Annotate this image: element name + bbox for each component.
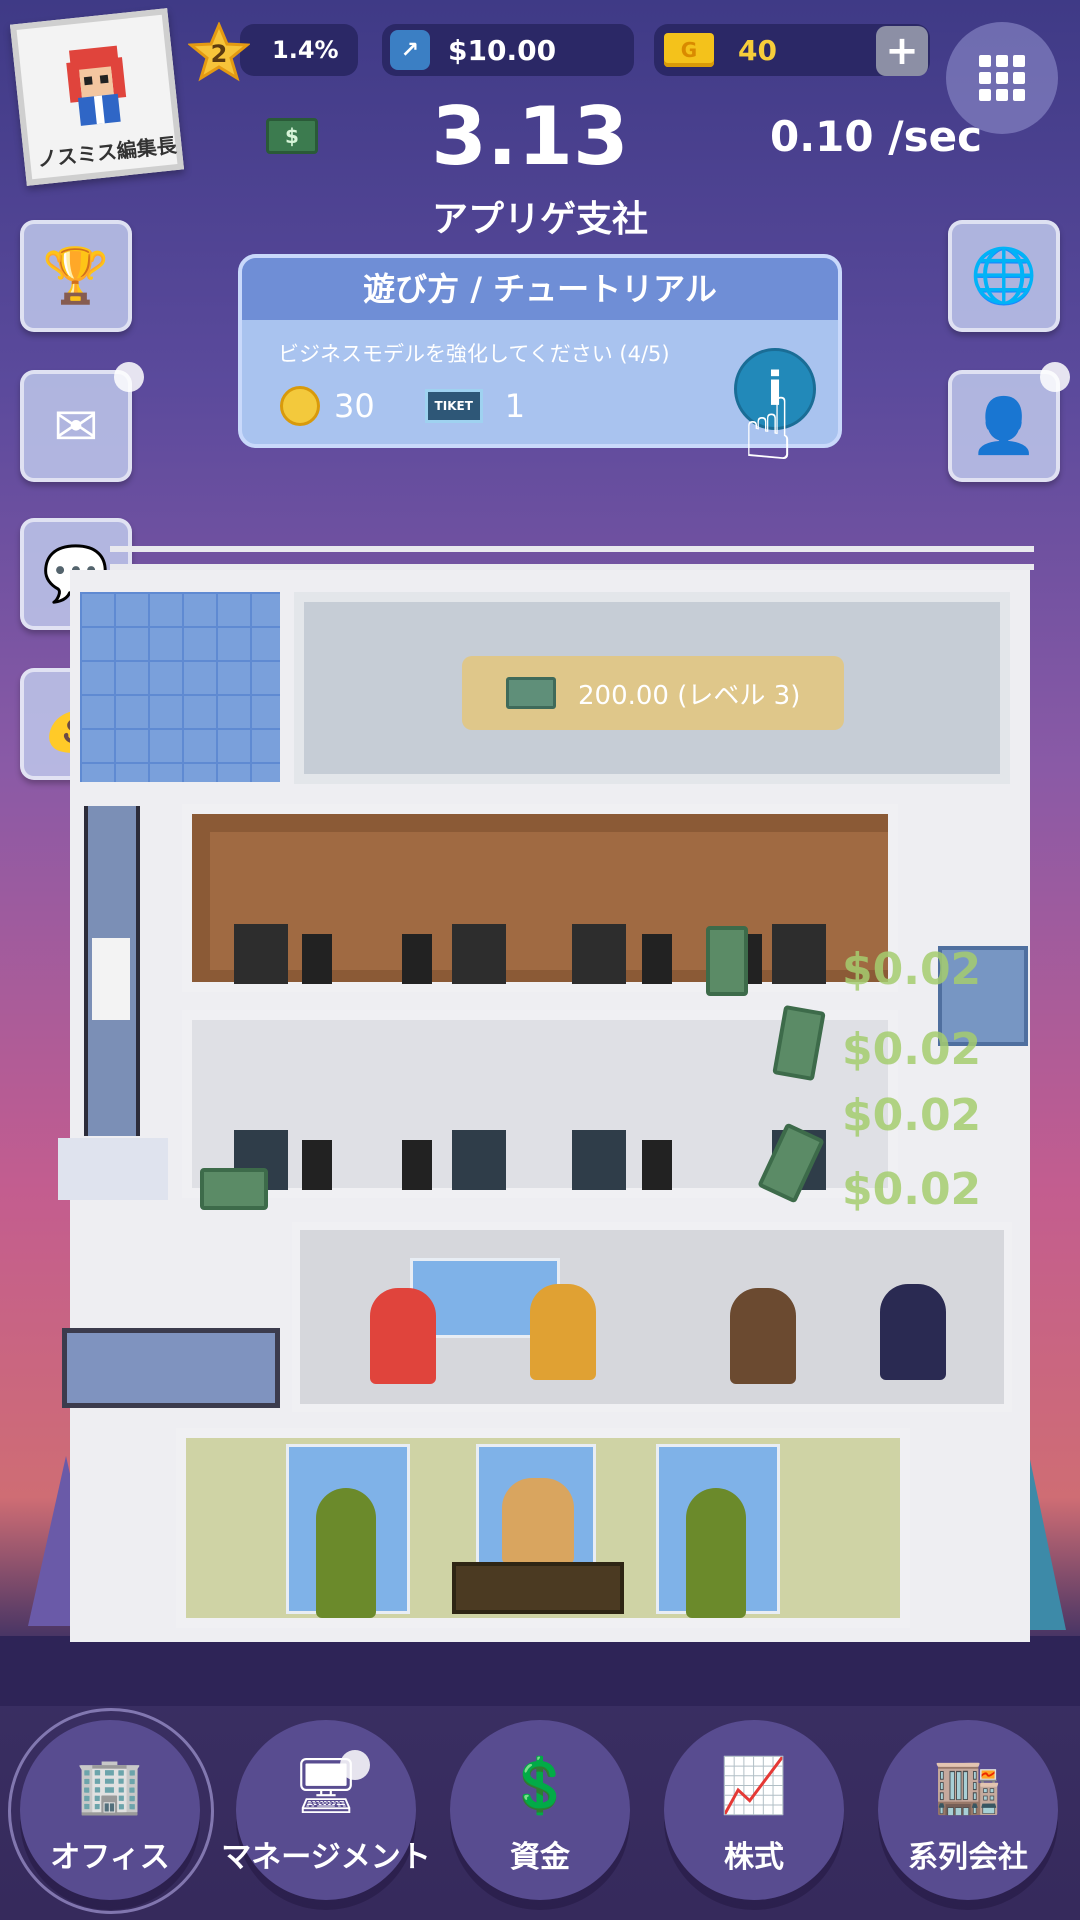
money-float: $0.02 [842, 944, 982, 995]
globe-button[interactable]: 🌐 [948, 220, 1060, 332]
tutorial-title: 遊び方 / チュートリアル [242, 258, 838, 320]
grid-icon [979, 55, 1025, 101]
balcony [62, 1328, 280, 1408]
receptionist[interactable] [502, 1478, 574, 1564]
cash-value: $10.00 [448, 33, 557, 67]
tutorial-rewards: 30 TIKET 1 [280, 386, 525, 426]
floating-bill [706, 926, 748, 996]
add-gold-button[interactable]: + [876, 26, 928, 76]
nav-funds[interactable]: 💲 資金 [450, 1720, 630, 1900]
nav-office[interactable]: 🏢 オフィス [20, 1720, 200, 1900]
worker-redhair[interactable] [370, 1288, 436, 1384]
level-star-icon: 2 [188, 22, 250, 82]
roof-railing [110, 546, 1034, 570]
globe-icon: 🌐 [970, 244, 1038, 307]
money-float: $0.02 [842, 1090, 982, 1141]
gold-value: 40 [738, 33, 777, 67]
nav-funds-label: 資金 [510, 1840, 570, 1875]
level-progress: 1.4% [272, 36, 339, 64]
floor-upgrade-button[interactable]: 200.00 (レベル 3) [462, 656, 844, 730]
upgrade-label: 200.00 (レベル 3) [578, 680, 801, 711]
nav-affiliates-label: 系列会社 [908, 1840, 1028, 1875]
nav-stocks-label: 株式 [724, 1840, 784, 1875]
company-name: アプリゲ支社 [431, 199, 648, 240]
trend-up-icon: ↗ [390, 30, 430, 70]
level-number: 2 [211, 40, 228, 68]
trophy-button[interactable]: 🏆 [20, 220, 132, 332]
worker-darkhair[interactable] [880, 1284, 946, 1380]
floating-bill [200, 1168, 268, 1210]
nav-office-label: オフィス [50, 1840, 170, 1875]
ground [0, 1636, 1080, 1706]
elevator-car-left [92, 938, 130, 1020]
medal-coin-icon [280, 386, 320, 426]
cash-pill: ↗ $10.00 [382, 24, 634, 76]
reward-coins: 30 [334, 387, 375, 425]
mail-icon: ✉ [53, 394, 99, 458]
office-building-icon: 🏢 [76, 1754, 144, 1817]
reception-desk [452, 1562, 624, 1614]
affiliates-building-icon: 🏬 [934, 1754, 1002, 1817]
worker-tiger[interactable] [530, 1284, 596, 1380]
glass-facade [80, 592, 280, 782]
character-icon: 👤 [970, 394, 1038, 457]
mail-notification-dot [114, 362, 144, 392]
cash-bill-icon [506, 677, 556, 709]
nav-affiliates[interactable]: 🏬 系列会社 [878, 1720, 1058, 1900]
character-notification-dot [1040, 362, 1070, 392]
level-progress-pill: 1.4% [240, 24, 358, 76]
profile-card[interactable]: ノスミス編集長 [9, 8, 185, 186]
pointing-hand-icon: ☝ [742, 380, 795, 480]
stock-chart-icon: 📈 [720, 1754, 788, 1817]
nav-stocks[interactable]: 📈 株式 [664, 1720, 844, 1900]
tutorial-description: ビジネスモデルを強化してください (4/5) [278, 342, 670, 366]
reward-tickets: 1 [504, 387, 526, 425]
mail-button[interactable]: ✉ [20, 370, 132, 482]
cash-bill-icon: $ [266, 118, 318, 154]
income-rate: 0.10 /sec [770, 112, 982, 161]
management-notification-dot [340, 1750, 370, 1780]
office-floor-1[interactable] [182, 804, 898, 992]
money-float: $0.02 [842, 1024, 982, 1075]
worker-redcap[interactable] [730, 1288, 796, 1384]
gold-bar-icon: G [664, 33, 714, 67]
ticket-icon: TIKET [424, 389, 483, 423]
dollar-coin-icon: 💲 [506, 1754, 574, 1817]
nav-management[interactable]: 🖥 マネージメント [221, 1720, 431, 1900]
avatar [66, 45, 127, 126]
ledge [58, 1138, 168, 1200]
profile-name: ノスミス編集長 [35, 133, 178, 172]
trophy-icon: 🏆 [42, 244, 110, 307]
office-floor-3[interactable] [292, 1222, 1012, 1412]
total-money: 3.13 [431, 90, 629, 183]
money-float: $0.02 [842, 1164, 982, 1215]
nav-management-label: マネージメント [221, 1840, 431, 1875]
